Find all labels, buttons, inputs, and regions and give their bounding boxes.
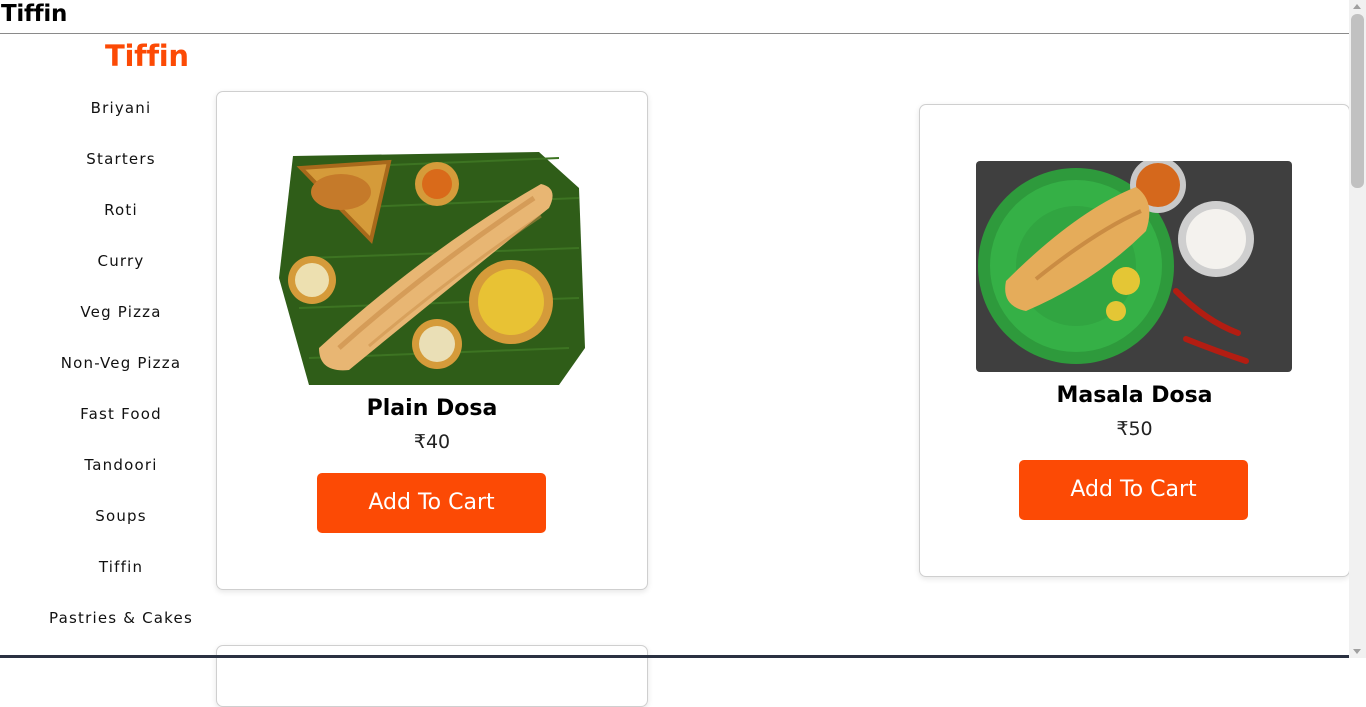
product-price: ₹50	[1116, 418, 1153, 440]
add-to-cart-button[interactable]: Add To Cart	[1019, 460, 1248, 520]
sidebar-item-fast-food[interactable]: Fast Food	[0, 405, 242, 423]
scroll-down-arrow-icon[interactable]	[1353, 649, 1361, 654]
scroll-up-arrow-icon[interactable]	[1353, 4, 1361, 9]
product-name: Masala Dosa	[1056, 383, 1213, 408]
scrollbar-thumb[interactable]	[1351, 14, 1364, 188]
sidebar-item-veg-pizza[interactable]: Veg Pizza	[0, 303, 242, 321]
product-name: Plain Dosa	[366, 396, 498, 421]
sidebar-item-soups[interactable]: Soups	[0, 507, 242, 525]
sidebar-item-non-veg-pizza[interactable]: Non-Veg Pizza	[0, 354, 242, 372]
add-to-cart-button[interactable]: Add To Cart	[317, 473, 546, 533]
vertical-scrollbar[interactable]	[1349, 0, 1366, 658]
masala-dosa-image	[976, 161, 1292, 372]
plain-dosa-image	[279, 148, 585, 385]
top-bar: Tiffin	[0, 0, 1349, 34]
product-price: ₹40	[413, 431, 451, 453]
sidebar-item-pastries-cakes[interactable]: Pastries & Cakes	[0, 609, 242, 627]
brand-logo[interactable]: Tiffin	[105, 39, 189, 73]
sidebar-item-curry[interactable]: Curry	[0, 252, 242, 270]
product-card: Plain Dosa ₹40 Add To Cart	[216, 91, 648, 590]
sidebar-item-briyani[interactable]: Briyani	[0, 99, 242, 117]
page-title: Tiffin	[1, 1, 68, 27]
sidebar-item-roti[interactable]: Roti	[0, 201, 242, 219]
sidebar-item-tiffin[interactable]: Tiffin	[0, 558, 242, 576]
sidebar-item-starters[interactable]: Starters	[0, 150, 242, 168]
product-card: Masala Dosa ₹50 Add To Cart	[919, 104, 1350, 577]
sidebar-item-tandoori[interactable]: Tandoori	[0, 456, 242, 474]
